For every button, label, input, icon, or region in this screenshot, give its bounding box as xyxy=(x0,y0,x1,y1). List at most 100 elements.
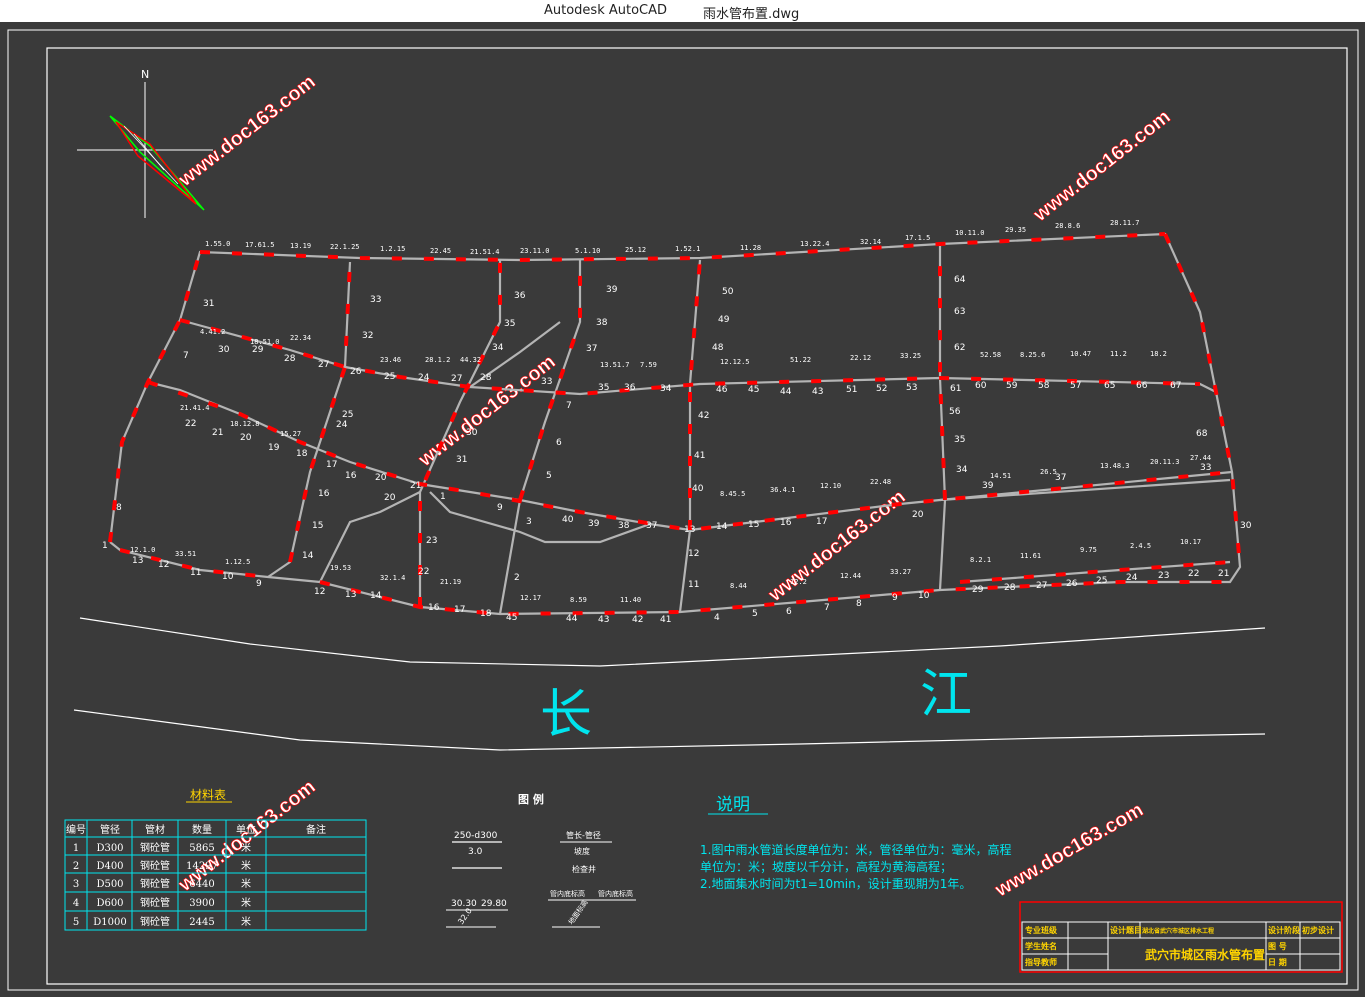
svg-text:6: 6 xyxy=(556,438,562,448)
svg-text:34: 34 xyxy=(492,343,504,353)
tb-student-label: 学生姓名 xyxy=(1025,941,1057,951)
drawing-canvas[interactable]: N www.doc163.com www.doc163.com www.doc1… xyxy=(0,22,1365,997)
svg-text:39: 39 xyxy=(982,481,994,491)
svg-text:15: 15 xyxy=(748,520,759,530)
material-header: 单位 xyxy=(236,823,256,836)
svg-text:22: 22 xyxy=(185,419,196,429)
svg-text:36: 36 xyxy=(514,291,526,301)
svg-text:36: 36 xyxy=(624,383,636,393)
svg-text:20: 20 xyxy=(912,510,924,520)
svg-text:44: 44 xyxy=(566,614,578,624)
svg-text:7: 7 xyxy=(183,351,189,361)
svg-text:25: 25 xyxy=(342,410,353,420)
svg-text:41: 41 xyxy=(660,615,671,625)
svg-text:16: 16 xyxy=(428,603,440,613)
watermark-2: www.doc163.com xyxy=(1029,106,1175,227)
svg-text:21: 21 xyxy=(1218,569,1229,579)
file-name: 雨水管布置.dwg xyxy=(703,7,800,22)
watermark-1: www.doc163.com xyxy=(174,71,320,192)
svg-text:65: 65 xyxy=(1104,381,1115,391)
svg-text:11.2: 11.2 xyxy=(1110,350,1127,358)
svg-text:29.35: 29.35 xyxy=(1005,226,1026,234)
svg-text:13.51.7: 13.51.7 xyxy=(600,361,630,369)
svg-text:15: 15 xyxy=(312,521,323,531)
svg-text:62: 62 xyxy=(954,343,965,353)
tb-advisor-label: 指导教师 xyxy=(1025,957,1057,967)
svg-text:20.11.3: 20.11.3 xyxy=(1150,458,1180,466)
svg-text:67: 67 xyxy=(1170,381,1181,391)
svg-text:14: 14 xyxy=(302,551,314,561)
svg-text:41: 41 xyxy=(694,451,705,461)
material-cell: D400 xyxy=(96,861,123,872)
svg-text:32.1.4: 32.1.4 xyxy=(380,574,405,582)
svg-text:58: 58 xyxy=(1038,381,1050,391)
material-header: 备注 xyxy=(306,823,326,836)
north-label: N xyxy=(141,68,149,81)
svg-text:11: 11 xyxy=(688,580,699,590)
svg-text:28.11.7: 28.11.7 xyxy=(1110,219,1140,227)
svg-text:10: 10 xyxy=(222,572,234,582)
svg-text:12: 12 xyxy=(158,560,169,570)
svg-text:33.51: 33.51 xyxy=(175,550,196,558)
svg-text:33: 33 xyxy=(541,377,552,387)
material-cell: 3 xyxy=(73,879,79,890)
svg-text:30: 30 xyxy=(1240,521,1252,531)
svg-text:5: 5 xyxy=(546,471,552,481)
drawing-svg[interactable]: N www.doc163.com www.doc163.com www.doc1… xyxy=(0,22,1365,997)
svg-text:10: 10 xyxy=(918,591,930,601)
svg-text:46: 46 xyxy=(716,385,728,395)
svg-text:35: 35 xyxy=(954,435,965,445)
legend-pipe-desc-bottom: 坡度 xyxy=(574,846,590,856)
material-cell: 6440 xyxy=(189,879,214,890)
svg-text:4: 4 xyxy=(714,613,720,623)
svg-text:61: 61 xyxy=(950,384,961,394)
svg-text:12.12.5: 12.12.5 xyxy=(720,358,750,366)
svg-text:13: 13 xyxy=(684,525,695,535)
svg-text:27.44: 27.44 xyxy=(1190,454,1211,462)
svg-text:53: 53 xyxy=(906,383,917,393)
material-cell: 5865 xyxy=(189,843,214,854)
svg-text:28: 28 xyxy=(284,354,296,364)
svg-text:3: 3 xyxy=(526,517,532,527)
tb-topic: 湖北省武穴市城区排水工程 xyxy=(1142,927,1214,935)
svg-text:25: 25 xyxy=(1096,576,1107,586)
window-titlebar: Autodesk AutoCAD 雨水管布置.dwg xyxy=(0,0,1365,22)
svg-text:23: 23 xyxy=(1158,571,1169,581)
svg-text:30: 30 xyxy=(466,428,478,438)
svg-text:23.46: 23.46 xyxy=(380,356,401,364)
tb-sheet-label: 图 号 xyxy=(1268,941,1287,951)
svg-text:12: 12 xyxy=(688,549,699,559)
svg-text:52: 52 xyxy=(876,384,887,394)
svg-text:10.11.0: 10.11.0 xyxy=(955,229,985,237)
svg-text:11: 11 xyxy=(190,568,201,578)
svg-text:31: 31 xyxy=(456,455,467,465)
svg-text:68: 68 xyxy=(1196,429,1208,439)
svg-text:33.27: 33.27 xyxy=(890,568,911,576)
tb-stage-value: 初步设计 xyxy=(1302,925,1334,935)
svg-text:17: 17 xyxy=(816,517,827,527)
legend-well-desc: 检查井 xyxy=(572,864,596,874)
svg-text:49: 49 xyxy=(718,315,730,325)
slope-markers xyxy=(108,232,1242,617)
watermark-3: www.doc163.com xyxy=(414,351,560,472)
svg-text:42: 42 xyxy=(698,411,709,421)
svg-text:33: 33 xyxy=(370,295,381,305)
material-cell: 米 xyxy=(241,915,251,928)
svg-text:25: 25 xyxy=(384,372,395,382)
svg-text:30: 30 xyxy=(218,345,230,355)
material-cell: D300 xyxy=(96,843,123,854)
svg-text:24: 24 xyxy=(336,420,348,430)
svg-text:13: 13 xyxy=(345,590,356,600)
svg-text:50: 50 xyxy=(722,287,734,297)
svg-text:12: 12 xyxy=(314,587,325,597)
app-name: Autodesk AutoCAD xyxy=(544,3,668,18)
legend-elev-desc-right: 管内底标高 xyxy=(598,889,633,898)
svg-text:7: 7 xyxy=(566,401,572,411)
material-cell: 4 xyxy=(73,898,79,909)
svg-text:64: 64 xyxy=(954,275,966,285)
svg-text:48: 48 xyxy=(712,343,724,353)
material-cell: 钢砼管 xyxy=(140,859,170,872)
notes-title: 说明 xyxy=(716,795,750,815)
svg-text:1.12.5: 1.12.5 xyxy=(225,558,250,566)
svg-text:11.40: 11.40 xyxy=(620,596,641,604)
